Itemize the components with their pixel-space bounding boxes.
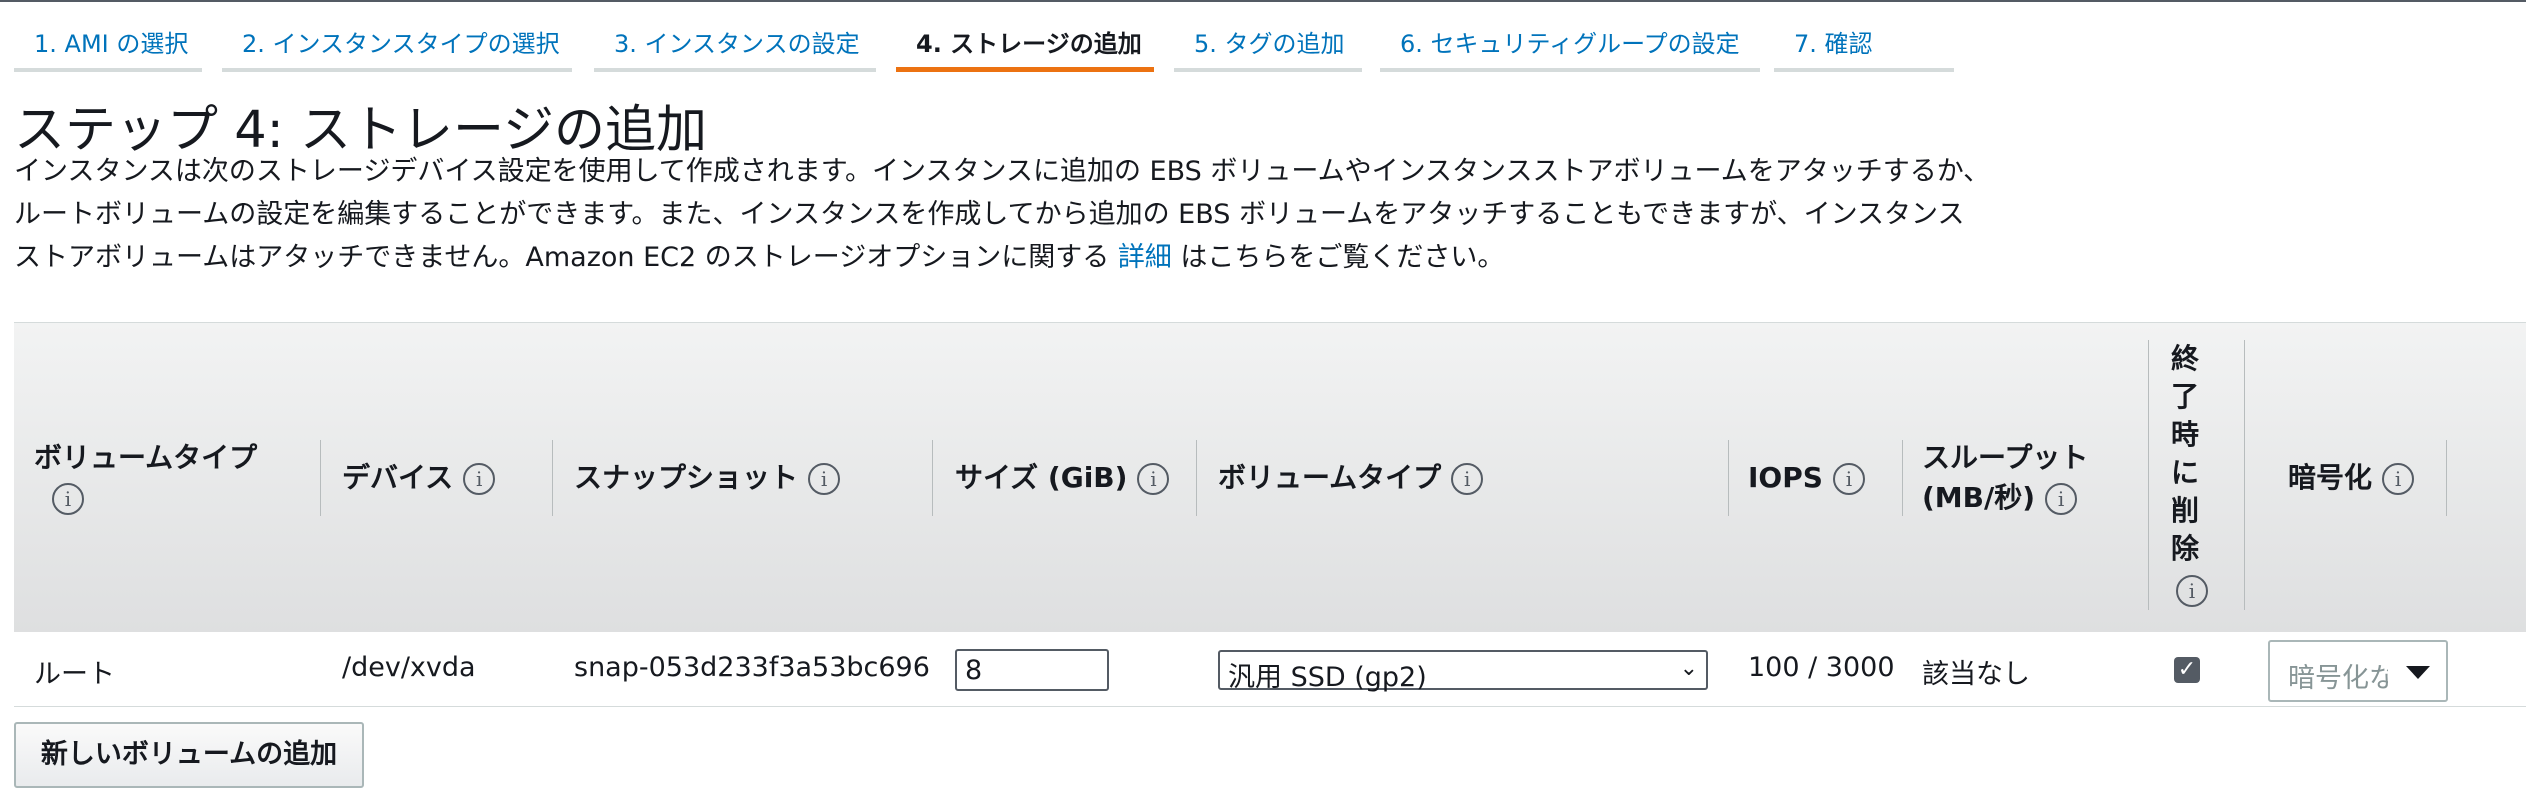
info-icon[interactable]: i [2045,483,2078,515]
chevron-down-icon: ⌄ [1679,656,1698,681]
column-divider [1902,440,1903,516]
info-icon[interactable]: i [1137,463,1170,495]
column-divider [320,440,321,516]
details-link[interactable]: 詳細 [1118,242,1172,273]
tab-add-storage[interactable]: 4. ストレージの追加 [896,0,1154,72]
info-icon[interactable]: i [808,463,841,495]
header-size: サイズ (GiB) i [955,458,1170,498]
header-throughput: スループット (MB/秒) i [1922,441,2089,515]
column-divider [2244,340,2245,610]
tab-instance-type[interactable]: 2. インスタンスタイプの選択 [222,0,572,72]
column-divider [1196,440,1197,516]
column-divider [932,440,933,516]
header-volume-type-2: ボリュームタイプ i [1218,458,1484,498]
column-divider [2148,340,2149,610]
header-delete-on-termination: 終 了 時 に 削 除 [2170,342,2199,565]
header-volume-type: ボリュームタイプ i [34,438,257,518]
cell-throughput: 該当なし [1922,659,2030,690]
info-icon[interactable]: i [1832,463,1865,495]
encryption-select[interactable]: 暗号化な [2268,640,2448,702]
info-icon[interactable]: i [2176,575,2208,607]
cell-device: /dev/xvda [342,652,476,683]
volume-type-select[interactable]: 汎用 SSD (gp2) ⌄ [1218,650,1708,693]
tab-review[interactable]: 7. 確認 [1774,0,1954,72]
info-icon[interactable]: i [1451,463,1484,495]
info-icon[interactable]: i [2382,463,2415,495]
add-volume-button[interactable]: 新しいボリュームの追加 [14,722,364,788]
cell-iops: 100 / 3000 [1748,652,1895,683]
cell-volume-type: ルート [34,659,115,690]
tab-instance-config[interactable]: 3. インスタンスの設定 [594,0,876,72]
header-encryption: 暗号化 i [2288,458,2415,498]
header-device: デバイス i [342,458,496,498]
info-icon[interactable]: i [463,463,496,495]
page-description: インスタンスは次のストレージデバイス設定を使用して作成されます。インスタンスに追… [14,156,1991,273]
tab-security-group[interactable]: 6. セキュリティグループの設定 [1380,0,1760,72]
tab-add-tags[interactable]: 5. タグの追加 [1174,0,1362,72]
cell-snapshot: snap-053d233f3a53bc696 [574,652,930,683]
header-iops: IOPS i [1748,458,1865,498]
delete-on-termination-checkbox[interactable]: ✓ [2174,657,2200,683]
size-input[interactable] [955,649,1109,691]
tab-ami[interactable]: 1. AMI の選択 [14,0,202,72]
header-snapshot: スナップショット i [574,458,841,498]
info-icon[interactable]: i [52,483,84,515]
column-divider [1728,440,1729,516]
caret-down-icon [2406,666,2430,679]
column-divider [552,440,553,516]
column-divider [2446,440,2447,516]
